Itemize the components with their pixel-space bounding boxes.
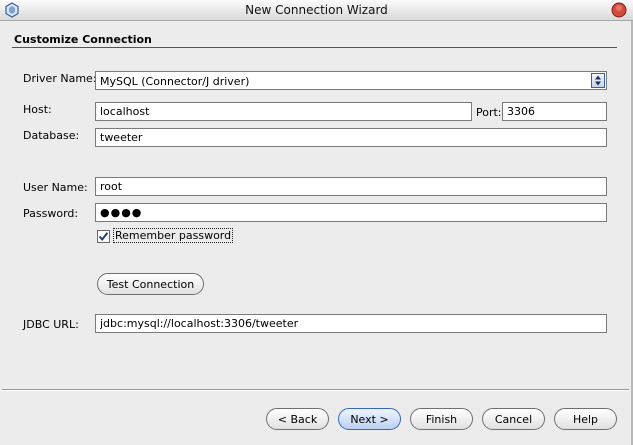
database-label: Database:	[23, 129, 80, 142]
username-input[interactable]	[95, 177, 607, 196]
driver-name-label: Driver Name:	[23, 72, 97, 85]
host-label: Host:	[23, 103, 52, 116]
port-label: Port:	[476, 106, 502, 119]
password-input[interactable]	[95, 203, 607, 222]
section-title: Customize Connection	[14, 33, 152, 46]
driver-select-value: MySQL (Connector/J driver)	[100, 75, 250, 88]
test-connection-button[interactable]: Test Connection	[97, 273, 204, 295]
remember-password-checkbox[interactable]	[97, 230, 110, 243]
next-button[interactable]: Next >	[338, 408, 401, 430]
cancel-button[interactable]: Cancel	[482, 408, 545, 430]
back-button[interactable]: < Back	[266, 408, 329, 430]
help-button[interactable]: Help	[554, 408, 617, 430]
port-input[interactable]	[502, 102, 607, 121]
close-icon[interactable]	[611, 2, 627, 18]
host-input[interactable]	[95, 102, 472, 121]
checkmark-icon	[98, 232, 109, 242]
up-down-arrows-icon[interactable]	[591, 73, 605, 88]
section-divider	[12, 47, 617, 48]
username-label: User Name:	[23, 181, 88, 194]
driver-select[interactable]: MySQL (Connector/J driver)	[95, 71, 607, 90]
window-title: New Connection Wizard	[245, 3, 388, 17]
database-input[interactable]	[95, 128, 607, 147]
finish-button[interactable]: Finish	[410, 408, 473, 430]
password-label: Password:	[23, 207, 79, 220]
remember-password-label[interactable]: Remember password	[112, 228, 234, 243]
jdbc-url-input[interactable]	[95, 314, 607, 333]
jdbc-url-label: JDBC URL:	[23, 318, 79, 331]
title-bar: New Connection Wizard	[0, 0, 633, 21]
footer-separator	[2, 389, 629, 391]
